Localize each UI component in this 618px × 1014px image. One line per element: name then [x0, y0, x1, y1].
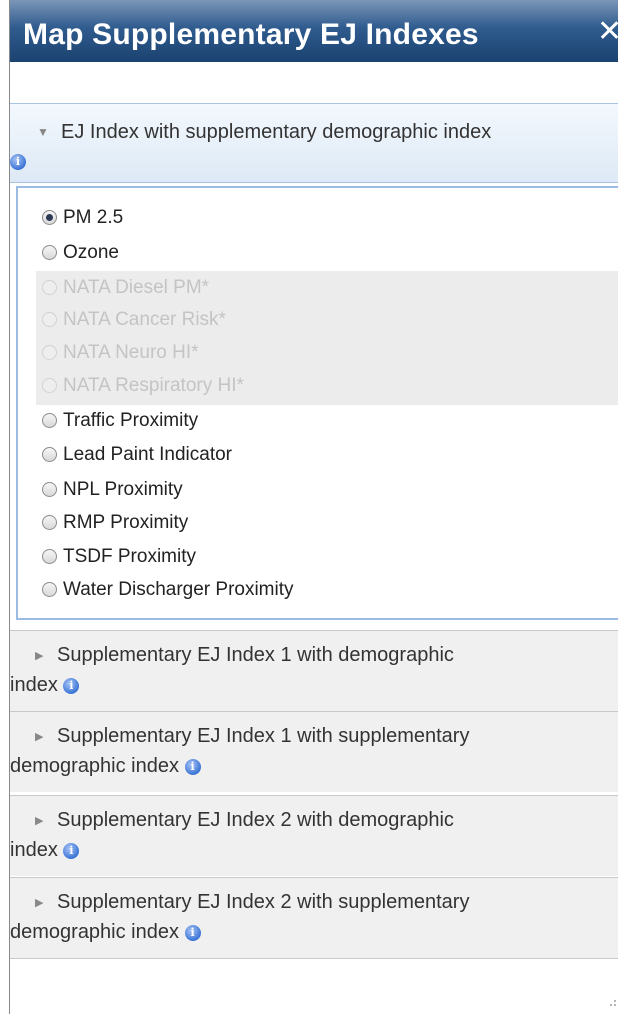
radio-option-nata-respiratory-hi: NATA Respiratory HI* — [42, 372, 244, 399]
collapse-arrow-icon: ▶ — [35, 897, 44, 909]
radio-button-selected[interactable] — [42, 210, 57, 225]
accordion-header-line: ▶ Supplementary EJ Index 2 with supplemen… — [10, 888, 618, 918]
radio-label: TSDF Proximity — [63, 546, 196, 567]
radio-option-ozone[interactable]: Ozone — [42, 239, 119, 266]
accordion-header-label-cont: index — [10, 839, 58, 861]
radio-option-rmp-proximity[interactable]: RMP Proximity — [42, 509, 188, 536]
accordion-header-line: demographic index i — [10, 752, 618, 781]
radio-label: PM 2.5 — [63, 207, 124, 228]
accordion-header-line: index i — [10, 671, 618, 700]
accordion-header-line: ▶ Supplementary EJ Index 1 with supplemen… — [10, 722, 618, 752]
radio-option-nata-neuro-hi: NATA Neuro HI* — [42, 339, 199, 366]
resize-grip-icon[interactable] — [610, 996, 618, 1008]
radio-label: Ozone — [63, 242, 119, 263]
radio-label: Traffic Proximity — [63, 410, 199, 431]
info-icon[interactable]: i — [63, 677, 80, 694]
accordion-header-supp-ej-index-2-supplementary[interactable]: ▶ Supplementary EJ Index 2 with supplemen… — [10, 877, 618, 958]
radio-option-traffic-proximity[interactable]: Traffic Proximity — [42, 407, 198, 434]
radio-button[interactable] — [42, 549, 57, 564]
accordion-header-label-cont: demographic index — [10, 755, 179, 777]
accordion-header-supp-ej-index-1-supplementary[interactable]: ▶ Supplementary EJ Index 1 with supplemen… — [10, 711, 618, 792]
accordion-header-line: ▼ EJ Index with supplementary demographic… — [10, 118, 618, 147]
accordion-header-label: Supplementary EJ Index 1 with supplement… — [57, 725, 470, 747]
collapse-arrow-icon: ▶ — [35, 650, 44, 662]
accordion-header-line: ▶ Supplementary EJ Index 2 with demograph… — [10, 806, 618, 836]
accordion-header-line: index i — [10, 836, 618, 865]
radio-button[interactable] — [42, 413, 57, 428]
accordion-header-info: i — [10, 147, 618, 176]
accordion-header-label: Supplementary EJ Index 2 with supplement… — [57, 891, 470, 913]
radio-label: NATA Cancer Risk* — [63, 309, 226, 330]
radio-button-disabled — [42, 280, 57, 295]
accordion-header-label-cont: demographic index — [10, 921, 179, 943]
accordion-header-ej-index-supplementary[interactable]: ▼ EJ Index with supplementary demographic… — [10, 103, 618, 183]
info-icon[interactable]: i — [63, 842, 80, 859]
accordion-header-label: EJ Index with supplementary demographic … — [61, 121, 492, 143]
radio-button[interactable] — [42, 515, 57, 530]
radio-label: RMP Proximity — [63, 512, 189, 533]
accordion-header-supp-ej-index-2-demographic[interactable]: ▶ Supplementary EJ Index 2 with demograph… — [10, 795, 618, 876]
radio-option-nata-cancer-risk: NATA Cancer Risk* — [42, 306, 226, 333]
radio-label: Lead Paint Indicator — [63, 444, 233, 465]
radio-label: NATA Respiratory HI* — [63, 375, 244, 396]
accordion-header-line: ▶ Supplementary EJ Index 1 with demograph… — [10, 641, 618, 671]
accordion-header-label: Supplementary EJ Index 2 with demographi… — [57, 809, 454, 831]
map-supplementary-ej-panel: Map Supplementary EJ Indexes ✕ ▼ EJ Index… — [9, 0, 618, 1014]
radio-button-disabled — [42, 345, 57, 360]
collapse-arrow-icon: ▶ — [35, 815, 44, 827]
radio-label: NATA Diesel PM* — [63, 277, 210, 298]
radio-option-water-discharger-proximity[interactable]: Water Discharger Proximity — [42, 576, 294, 603]
radio-button[interactable] — [42, 447, 57, 462]
radio-label: NPL Proximity — [63, 479, 183, 500]
radio-option-npl-proximity[interactable]: NPL Proximity — [42, 476, 183, 503]
radio-button-disabled — [42, 378, 57, 393]
radio-label: NATA Neuro HI* — [63, 342, 199, 363]
close-icon[interactable]: ✕ — [597, 17, 618, 47]
radio-option-tsdf-proximity[interactable]: TSDF Proximity — [42, 543, 196, 570]
radio-button-disabled — [42, 312, 57, 327]
panel-title: Map Supplementary EJ Indexes — [23, 18, 479, 51]
radio-label: Water Discharger Proximity — [63, 579, 294, 600]
accordion-header-label-cont: index — [10, 674, 58, 696]
radio-option-pm25[interactable]: PM 2.5 — [42, 204, 123, 231]
collapse-arrow-icon: ▶ — [35, 731, 44, 743]
radio-option-lead-paint-indicator[interactable]: Lead Paint Indicator — [42, 441, 232, 468]
info-icon[interactable]: i — [184, 924, 201, 941]
info-icon[interactable]: i — [10, 153, 26, 170]
accordion-header-supp-ej-index-1-demographic[interactable]: ▶ Supplementary EJ Index 1 with demograph… — [10, 630, 618, 711]
radio-option-nata-diesel-pm: NATA Diesel PM* — [42, 274, 209, 301]
expand-arrow-icon: ▼ — [37, 125, 49, 139]
info-icon[interactable]: i — [184, 758, 201, 775]
radio-button[interactable] — [42, 482, 57, 497]
panel-bottom-divider — [10, 958, 618, 959]
accordion-header-line: demographic index i — [10, 918, 618, 947]
radio-option-list: PM 2.5 Ozone NATA Diesel PM* NATA Cancer… — [16, 186, 618, 620]
radio-button[interactable] — [42, 245, 57, 260]
radio-button[interactable] — [42, 582, 57, 597]
panel-titlebar[interactable]: Map Supplementary EJ Indexes ✕ — [10, 0, 618, 62]
accordion-header-label: Supplementary EJ Index 1 with demographi… — [57, 644, 454, 666]
